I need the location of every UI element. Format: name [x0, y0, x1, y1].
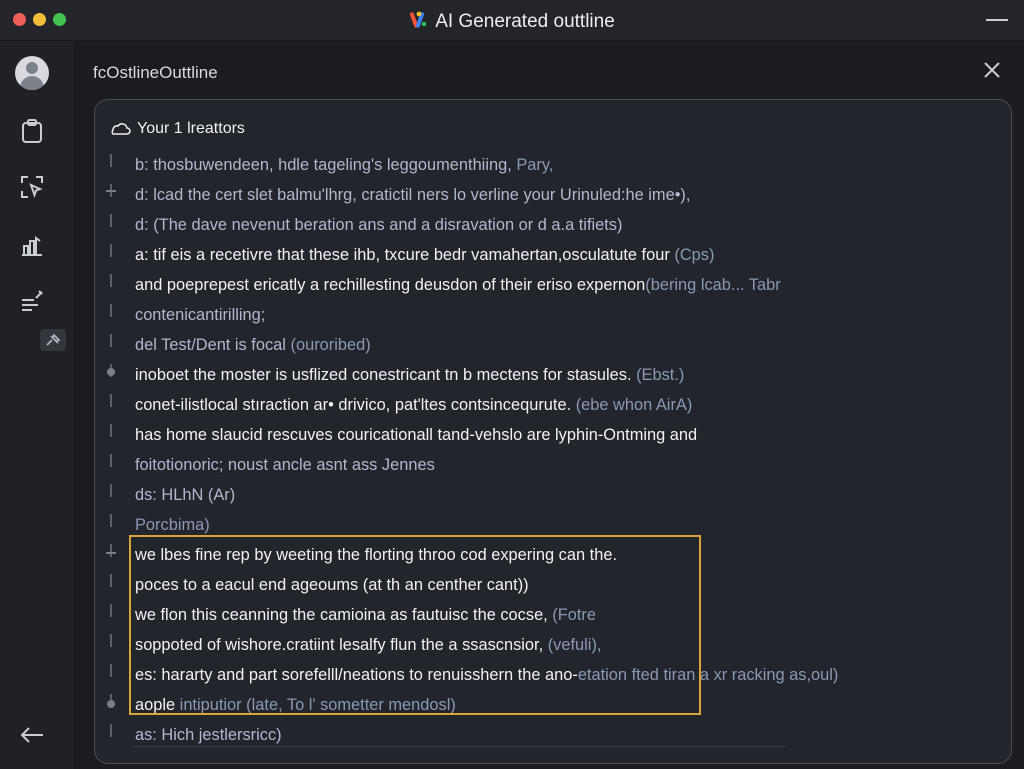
- outline-line[interactable]: a: tif eis a recetivre that these ihb, t…: [135, 240, 838, 270]
- outline-line-note: Pary,: [516, 156, 554, 174]
- card-header: Your 1 lreattors: [109, 120, 245, 138]
- outline-line-text: has home slaucid rescuves couricationall…: [135, 426, 698, 444]
- outline-line-text: aople: [135, 696, 180, 714]
- gutter-dot: [107, 368, 115, 376]
- outline-line-note: (ebe whon AirA): [575, 396, 693, 414]
- outline-line-text: d: (The dave nevenut beration ans and a …: [135, 216, 623, 234]
- outline-line[interactable]: contenicantirilling;: [135, 300, 838, 330]
- card-title: Your 1 lreattors: [137, 120, 245, 137]
- outline-line[interactable]: d: (The dave nevenut beration ans and a …: [135, 210, 838, 240]
- outline-panel: fcOstlineOuttline Your 1 lreattors b: th…: [74, 41, 1024, 769]
- cursor-select-icon[interactable]: [18, 173, 46, 201]
- back-arrow-icon[interactable]: [19, 725, 45, 750]
- outline-line-note: (bering lcab... Tabr: [645, 276, 781, 294]
- divider: [133, 746, 785, 747]
- gutter-node: [106, 552, 116, 554]
- outline-line-text: inoboet the moster is usflized conestric…: [135, 366, 637, 384]
- app-title-text: AI Generated outtline: [435, 11, 615, 32]
- avatar[interactable]: [15, 56, 49, 90]
- gutter-node: [106, 190, 116, 192]
- chart-icon[interactable]: [18, 231, 46, 259]
- outline-line[interactable]: we flon this ceanning the camioina as fa…: [135, 600, 838, 630]
- outline-line-note: etation fted tiran a xr racking as,oul): [577, 666, 839, 684]
- outline-line-note: intiputior (late, To l' sometter mendosl…: [179, 696, 456, 714]
- cloud-icon: [111, 123, 131, 135]
- app-title: AI Generated outtline: [0, 10, 1024, 36]
- outline-line-text: conet-ilistlocal stıraction ar• drivico,…: [135, 396, 576, 414]
- outline-line-note: (Cps): [674, 246, 715, 264]
- pin-icon[interactable]: [40, 329, 66, 351]
- outline-line[interactable]: del Test/Dent is focal (ouroribed): [135, 330, 838, 360]
- outline-line[interactable]: poces to a eacul end ageoums (at th an c…: [135, 570, 838, 600]
- outline-line-note: (Ebst.): [636, 366, 685, 384]
- outline-line-text: contenicantirilling;: [135, 306, 266, 324]
- outline-line[interactable]: has home slaucid rescuves couricationall…: [135, 420, 838, 450]
- ai-sparkle-logo-icon: [409, 10, 429, 36]
- outline-card: Your 1 lreattors b: thosbuwendeen, hdle …: [94, 99, 1012, 764]
- panel-title: fcOstlineOuttline: [93, 63, 218, 82]
- outline-line[interactable]: soppoted of wishore.cratiint lesalfy flu…: [135, 630, 838, 660]
- outline-line[interactable]: we lbes fine rep by weeting the florting…: [135, 540, 838, 570]
- outline-line-text: soppoted of wishore.cratiint lesalfy flu…: [135, 636, 548, 654]
- outline-lines: b: thosbuwendeen, hdle tageling's leggou…: [135, 150, 838, 750]
- outline-line[interactable]: es: hararty and part sorefelll/neations …: [135, 660, 838, 690]
- outline-line-text: and poeprepest ericatly a rechillesting …: [135, 276, 646, 294]
- outline-line-text: ds: HLhN (Ar): [135, 486, 236, 504]
- outline-line-text: we lbes fine rep by weeting the florting…: [135, 546, 617, 564]
- outline-line[interactable]: b: thosbuwendeen, hdle tageling's leggou…: [135, 150, 838, 180]
- outline-line[interactable]: conet-ilistlocal stıraction ar• drivico,…: [135, 390, 838, 420]
- outline-line-text: foitotionoric; noust ancle asnt ass Jenn…: [135, 456, 435, 474]
- sidebar: [0, 41, 74, 769]
- outline-line-text: d: lcad the cert slet balmu'lhrg, cratic…: [135, 186, 691, 204]
- outline-line[interactable]: and poeprepest ericatly a rechillesting …: [135, 270, 838, 300]
- outline-line[interactable]: Porcbima): [135, 510, 838, 540]
- outline-line-note: Porcbima): [135, 516, 210, 534]
- outline-line-note: (vefuli),: [547, 636, 602, 654]
- outline-line[interactable]: d: lcad the cert slet balmu'lhrg, cratic…: [135, 180, 838, 210]
- outline-gutter: [110, 154, 112, 738]
- outline-line-text: as: Hich jestlersricc): [135, 726, 282, 744]
- outline-line[interactable]: foitotionoric; noust ancle asnt ass Jenn…: [135, 450, 838, 480]
- outline-line-text: es: hararty and part sorefelll/neations …: [135, 666, 578, 684]
- outline-line-note: (ouroribed): [290, 336, 371, 354]
- outline-line[interactable]: inoboet the moster is usflized conestric…: [135, 360, 838, 390]
- close-icon[interactable]: [982, 60, 1002, 85]
- outline-line-text: poces to a eacul end ageoums (at th an c…: [135, 576, 529, 594]
- clipboard-icon[interactable]: [18, 117, 46, 145]
- outline-line-text: del Test/Dent is focal: [135, 336, 291, 354]
- outline-line-note: (Fotre: [552, 606, 597, 624]
- outline-line-text: we flon this ceanning the camioina as fa…: [135, 606, 553, 624]
- gutter-dot: [107, 700, 115, 708]
- list-edit-icon[interactable]: [18, 287, 46, 315]
- title-bar: AI Generated outtline: [0, 0, 1024, 41]
- outline-line-text: a: tif eis a recetivre that these ihb, t…: [135, 246, 675, 264]
- outline-line[interactable]: ds: HLhN (Ar): [135, 480, 838, 510]
- outline-line-text: b: thosbuwendeen, hdle tageling's leggou…: [135, 156, 517, 174]
- outline-line[interactable]: aople intiputior (late, To l' sometter m…: [135, 690, 838, 720]
- menu-icon[interactable]: [986, 19, 1008, 21]
